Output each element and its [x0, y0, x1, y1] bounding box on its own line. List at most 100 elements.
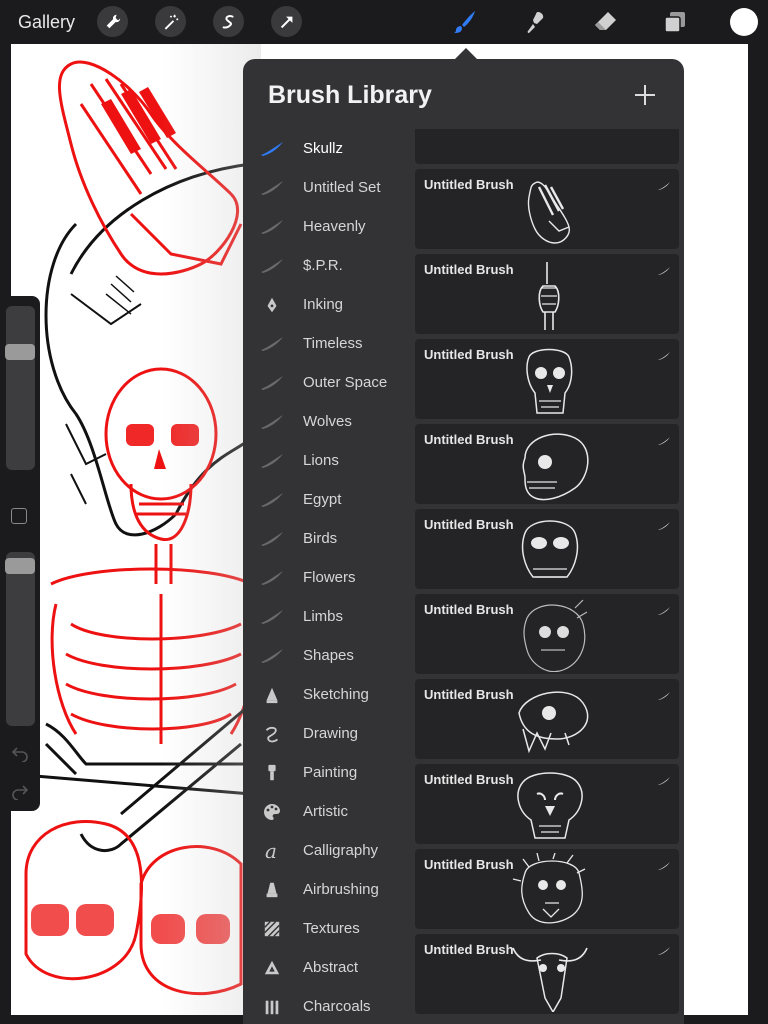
brush-set-label: Calligraphy	[303, 842, 379, 859]
undo-icon[interactable]	[11, 744, 29, 762]
texture-icon	[259, 919, 285, 939]
opacity-slider[interactable]	[6, 552, 35, 726]
brush-set-item[interactable]: Timeless	[243, 324, 413, 363]
stroke-icon	[259, 139, 285, 159]
side-slider-panel	[0, 296, 40, 811]
brush-card[interactable]: Untitled Brush	[415, 254, 679, 334]
brush-set-label: Charcoals	[303, 998, 371, 1015]
brush-set-item[interactable]: Shapes	[243, 636, 413, 675]
brush-card[interactable]: Untitled Brush	[415, 934, 679, 1014]
stroke-icon	[657, 178, 671, 190]
brush-set-item[interactable]: Birds	[243, 519, 413, 558]
brush-name: Untitled Brush	[424, 687, 514, 702]
svg-text:a: a	[265, 841, 277, 861]
brush-name: Untitled Brush	[424, 262, 514, 277]
brush-set-label: Heavenly	[303, 218, 366, 235]
layers-icon[interactable]	[661, 8, 689, 36]
brush-card[interactable]: Untitled Brush	[415, 679, 679, 759]
calligraphy-icon: a	[259, 841, 285, 861]
brush-set-item[interactable]: Skullz	[243, 129, 413, 168]
brush-set-label: Timeless	[303, 335, 363, 352]
brush-card[interactable]: Untitled Brush	[415, 509, 679, 589]
brush-name: Untitled Brush	[424, 347, 514, 362]
eraser-icon[interactable]	[591, 8, 619, 36]
wrench-icon[interactable]	[97, 6, 128, 37]
brush-set-item[interactable]: Wolves	[243, 402, 413, 441]
big-cat-skull-side-icon	[505, 683, 595, 757]
stroke-icon	[259, 334, 285, 354]
brush-name: Untitled Brush	[424, 177, 514, 192]
brush-set-item[interactable]: Limbs	[243, 597, 413, 636]
brush-library-popover: Brush Library Skullz Untitled Set Heavenly…	[243, 59, 684, 1024]
smudge-icon[interactable]	[521, 8, 549, 36]
praying-hands-icon	[505, 173, 595, 247]
pencil-tip-icon	[259, 685, 285, 705]
brush-set-item[interactable]: Sketching	[243, 675, 413, 714]
gorilla-skull-icon	[505, 513, 595, 587]
paintbrush-icon	[259, 763, 285, 783]
brush-size-slider[interactable]	[6, 306, 35, 470]
brush-set-item[interactable]: Drawing	[243, 714, 413, 753]
brush-set-item[interactable]: Lions	[243, 441, 413, 480]
stroke-icon	[657, 943, 671, 955]
ape-skull-side-icon	[505, 428, 595, 502]
brush-size-thumb[interactable]	[5, 344, 35, 360]
brush-set-item[interactable]: Charcoals	[243, 987, 413, 1024]
brush-set-label: Sketching	[303, 686, 369, 703]
brush-set-item[interactable]: $.P.R.	[243, 246, 413, 285]
brush-set-item[interactable]: Egypt	[243, 480, 413, 519]
brush-set-item[interactable]: Textures	[243, 909, 413, 948]
skeleton-hand-icon	[505, 129, 595, 162]
brush-card[interactable]	[415, 129, 679, 164]
brush-icon[interactable]	[451, 8, 479, 36]
brush-set-item[interactable]: Painting	[243, 753, 413, 792]
brush-set-label: Flowers	[303, 569, 356, 586]
brush-set-label: Painting	[303, 764, 358, 781]
middle-finger-icon	[505, 258, 595, 332]
stroke-icon	[259, 529, 285, 549]
brushes-list: Untitled Brush Untitled Brush Untitled Bru…	[413, 129, 684, 1024]
brush-set-label: Artistic	[303, 803, 348, 820]
brush-set-item[interactable]: Inking	[243, 285, 413, 324]
brush-card[interactable]: Untitled Brush	[415, 339, 679, 419]
redo-icon[interactable]	[11, 782, 29, 800]
brush-name: Untitled Brush	[424, 517, 514, 532]
add-brush-set-button[interactable]	[633, 83, 657, 107]
gallery-button[interactable]: Gallery	[18, 12, 75, 33]
brush-set-item[interactable]: Artistic	[243, 792, 413, 831]
brush-set-item[interactable]: Flowers	[243, 558, 413, 597]
brush-set-item[interactable]: Abstract	[243, 948, 413, 987]
stroke-icon	[657, 603, 671, 615]
stroke-icon	[657, 688, 671, 700]
stroke-icon	[259, 412, 285, 432]
brush-set-item[interactable]: Airbrushing	[243, 870, 413, 909]
stroke-icon	[259, 178, 285, 198]
transform-arrow-icon[interactable]	[271, 6, 302, 37]
bull-skull-icon	[505, 938, 595, 1014]
opacity-thumb[interactable]	[5, 558, 35, 574]
brush-card[interactable]: Untitled Brush	[415, 594, 679, 674]
brush-card[interactable]: Untitled Brush	[415, 169, 679, 249]
brush-card[interactable]: Untitled Brush	[415, 849, 679, 929]
brush-name: Untitled Brush	[424, 942, 514, 957]
brush-set-item[interactable]: a Calligraphy	[243, 831, 413, 870]
brush-set-label: Lions	[303, 452, 339, 469]
brush-set-item[interactable]: Untitled Set	[243, 168, 413, 207]
brush-name: Untitled Brush	[424, 772, 514, 787]
modify-button[interactable]	[11, 508, 27, 524]
selection-icon[interactable]	[213, 6, 244, 37]
brush-set-item[interactable]: Heavenly	[243, 207, 413, 246]
stroke-icon	[259, 646, 285, 666]
brush-set-label: Egypt	[303, 491, 342, 508]
magic-wand-icon[interactable]	[155, 6, 186, 37]
squiggle-icon	[259, 724, 285, 744]
brush-set-label: Drawing	[303, 725, 359, 742]
stroke-icon	[259, 451, 285, 471]
brush-card[interactable]: Untitled Brush	[415, 424, 679, 504]
brush-set-label: Inking	[303, 296, 344, 313]
brush-set-item[interactable]: Outer Space	[243, 363, 413, 402]
brush-card[interactable]: Untitled Brush	[415, 764, 679, 844]
color-picker-button[interactable]	[730, 8, 758, 36]
stroke-icon	[657, 773, 671, 785]
brush-name: Untitled Brush	[424, 432, 514, 447]
